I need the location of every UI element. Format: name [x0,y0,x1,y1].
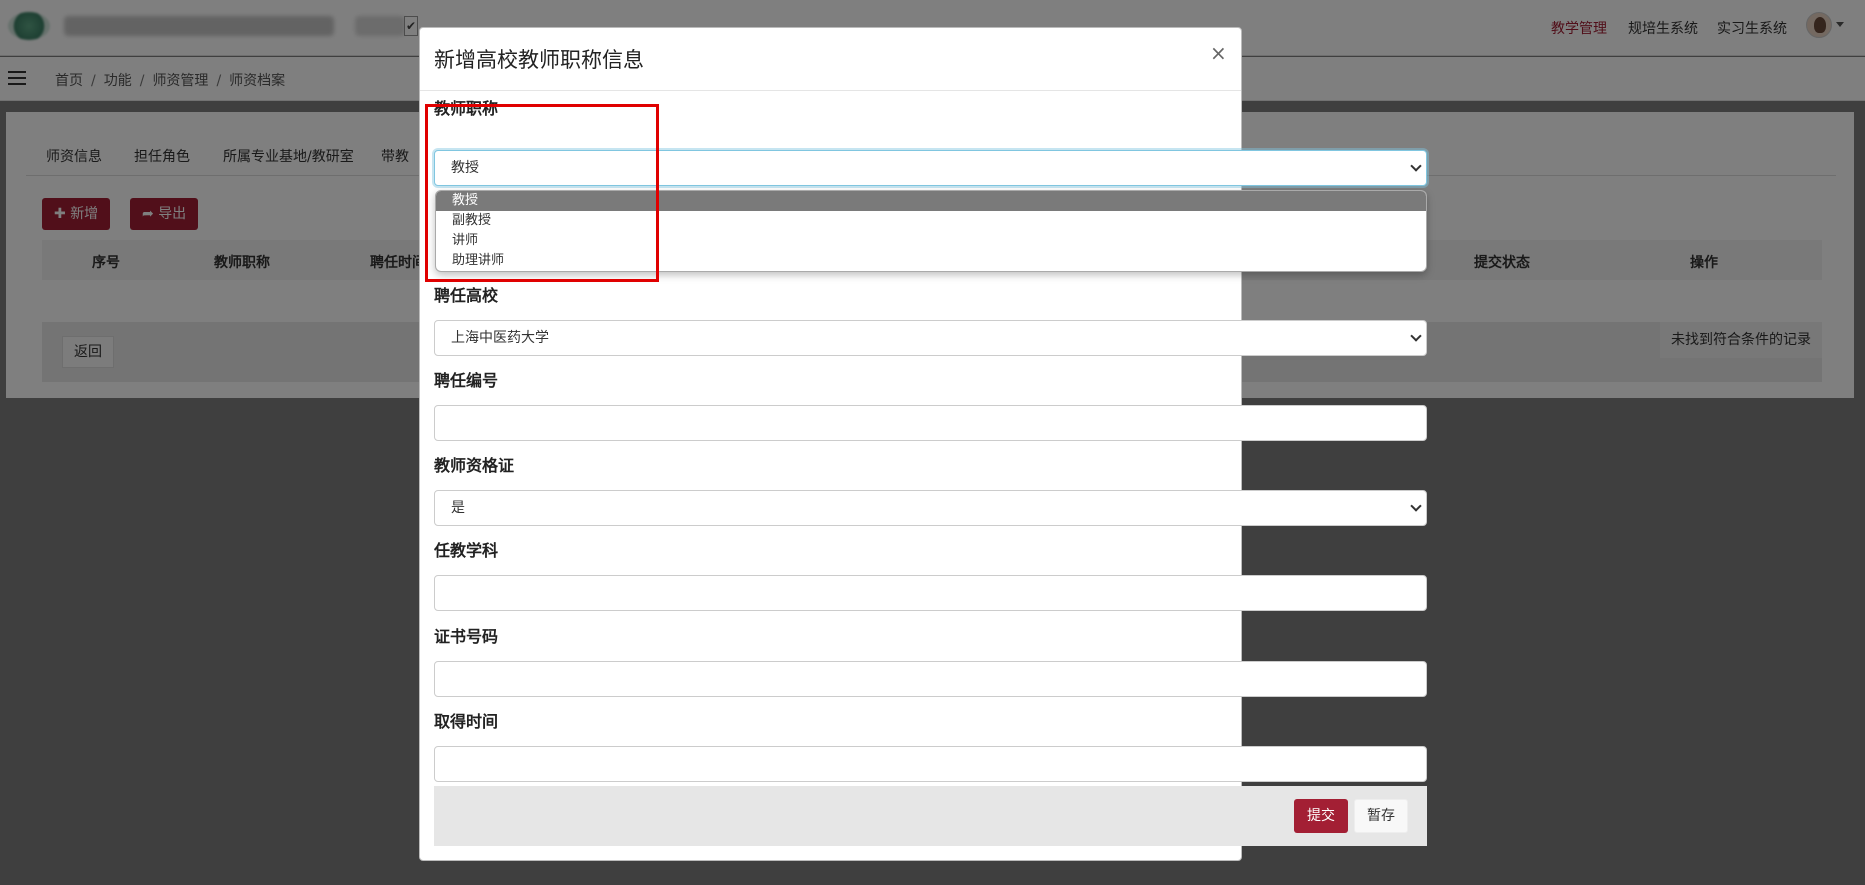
title-rank-value: 教授 [451,160,479,176]
close-icon[interactable]: × [1210,41,1227,65]
label-cert-no: 证书号码 [434,627,499,646]
certificate-value: 是 [451,500,465,516]
university-value: 上海中医药大学 [451,330,549,346]
label-title-rank: 教师职称 [434,99,499,118]
title-rank-select[interactable]: 教授 [434,150,1427,186]
modal-footer: 提交 暂存 [434,786,1427,846]
modal-title: 新增高校教师职称信息 [434,48,644,72]
chevron-down-icon [1410,160,1422,172]
option-assistant-lecturer[interactable]: 助理讲师 [436,251,1426,271]
label-obtain-time: 取得时间 [434,712,499,731]
university-select[interactable]: 上海中医药大学 [434,320,1427,356]
chevron-down-icon [1410,500,1422,512]
title-rank-dropdown: 教授 副教授 讲师 助理讲师 [435,190,1427,272]
label-subject: 任教学科 [434,541,499,560]
appointment-no-input[interactable] [434,405,1427,441]
subject-input[interactable] [434,575,1427,611]
chevron-down-icon [1410,330,1422,342]
certificate-select[interactable]: 是 [434,490,1427,526]
label-appointment-no: 聘任编号 [434,371,499,390]
label-university: 聘任高校 [434,286,499,305]
submit-button[interactable]: 提交 [1294,799,1348,833]
option-professor[interactable]: 教授 [436,191,1426,211]
option-associate-professor[interactable]: 副教授 [436,211,1426,231]
obtain-time-input[interactable] [434,746,1427,782]
option-lecturer[interactable]: 讲师 [436,231,1426,251]
save-draft-button[interactable]: 暂存 [1354,799,1408,833]
add-title-modal: 新增高校教师职称信息 × 教师职称 教授 聘任高校 上海中医药大学 聘任编号 教… [419,27,1427,861]
label-certificate: 教师资格证 [434,456,515,475]
modal-header: 新增高校教师职称信息 × [420,28,1241,91]
cert-no-input[interactable] [434,661,1427,697]
